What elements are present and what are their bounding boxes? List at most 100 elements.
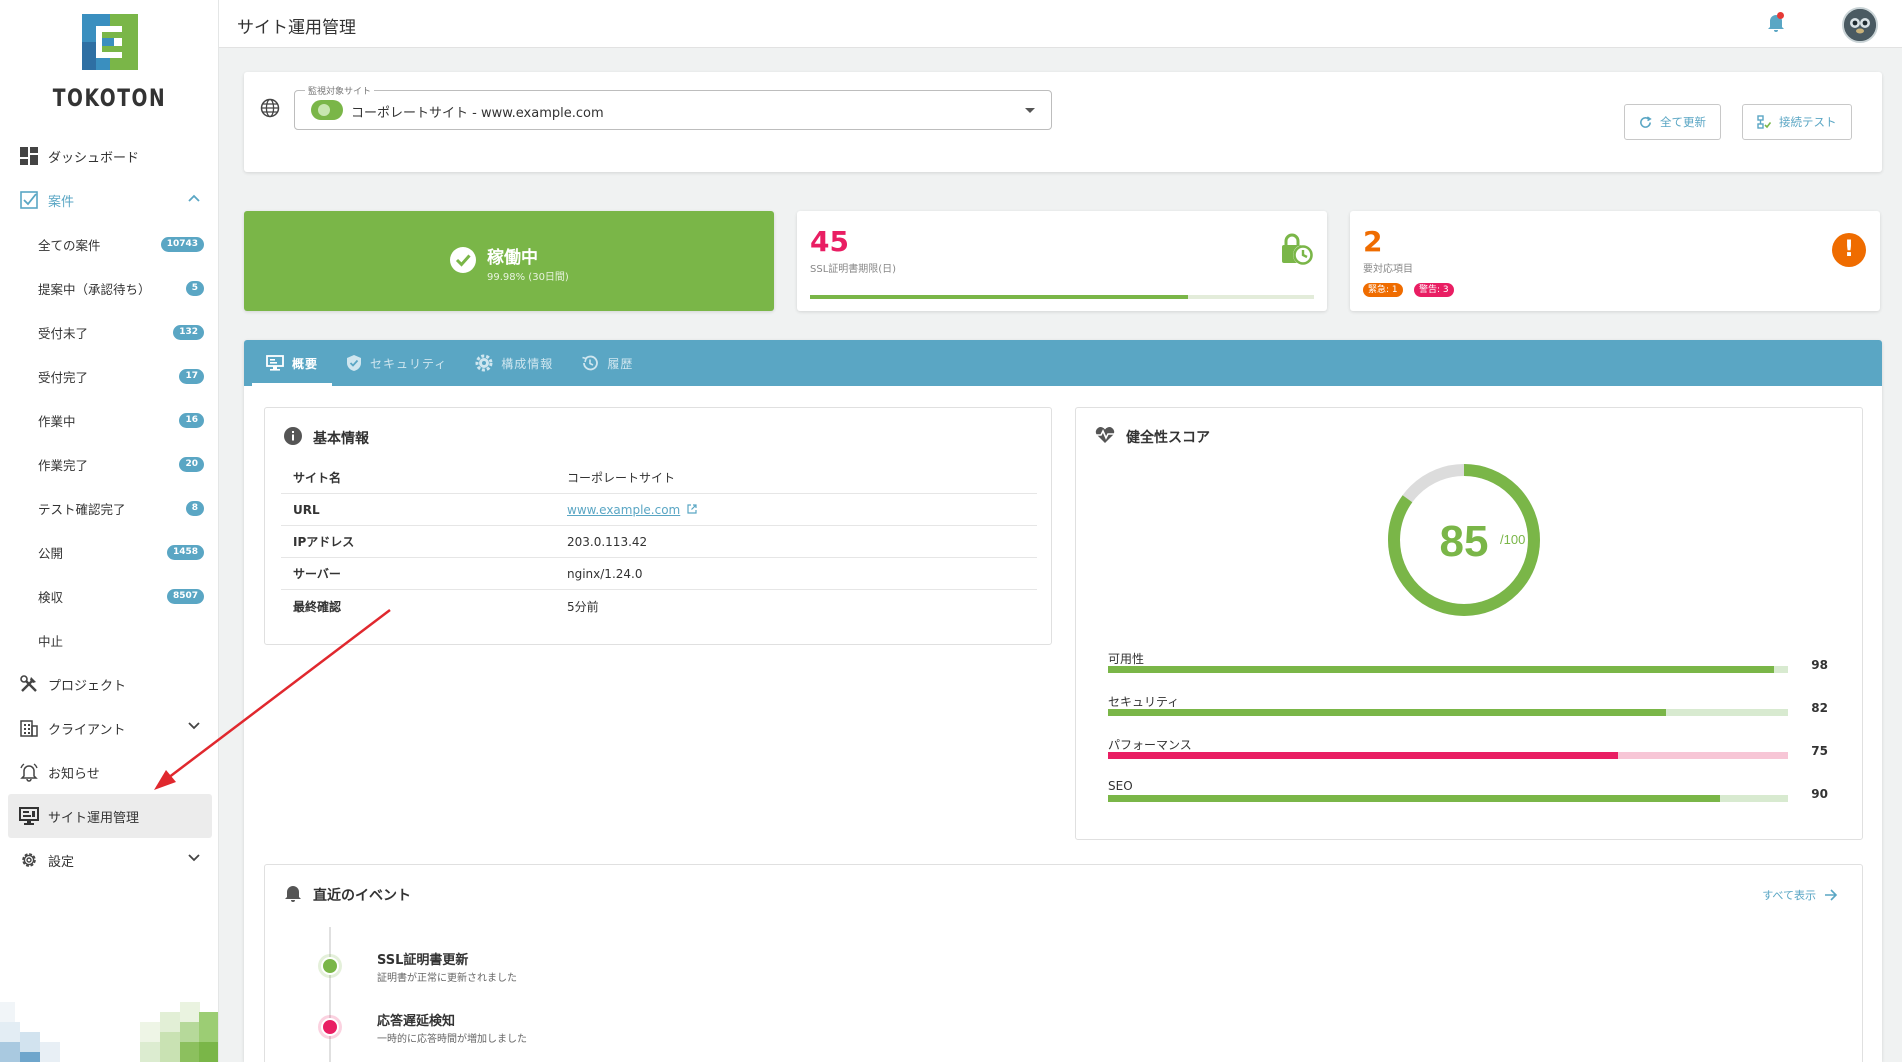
sidebar-item-clients[interactable]: クライアント — [8, 706, 212, 750]
metric-value: 90 — [1811, 787, 1828, 801]
network-check-icon — [1757, 115, 1771, 129]
avatar-image-icon — [1844, 9, 1876, 41]
metric-label: パフォーマンス — [1108, 738, 1192, 752]
sidebar-subitem-label: 提案中（承認待ち） — [38, 281, 151, 297]
tab-label: セキュリティ — [370, 356, 448, 371]
health-score-ring: 85 /100 — [1386, 462, 1542, 622]
table-row: サイト名 コーポレートサイト — [281, 462, 1037, 494]
event-description: 証明書が正常に更新されました — [377, 973, 517, 984]
notification-button[interactable] — [1766, 12, 1786, 38]
metric-label: 可用性 — [1108, 652, 1145, 666]
action-items-label: 要対応項目 — [1363, 264, 1413, 275]
refresh-all-button[interactable]: 全て更新 — [1624, 104, 1721, 140]
status-title: 稼働中 — [487, 248, 538, 268]
count-badge: 16 — [179, 413, 204, 428]
metric-label: SEO — [1108, 779, 1133, 793]
brand-logo[interactable]: TOKOTON — [0, 14, 218, 112]
sidebar-item-site-management[interactable]: サイト運用管理 — [8, 794, 212, 838]
site-select-label: 監視対象サイト — [305, 84, 375, 97]
sidebar-subitem-work-done[interactable]: 作業完了 20 — [8, 442, 212, 486]
tab-overview[interactable]: 概要 — [252, 340, 333, 386]
site-active-toggle[interactable] — [311, 100, 343, 120]
tab-label: 概要 — [292, 356, 319, 371]
table-row: URL www.example.com — [281, 494, 1037, 526]
gear-icon — [475, 354, 493, 372]
tab-label: 履歴 — [607, 356, 634, 371]
site-selector-card: 監視対象サイト コーポレートサイト - www.example.com 全て更新… — [244, 72, 1882, 172]
sidebar-item-notices[interactable]: お知らせ — [8, 750, 212, 794]
sidebar-subitem-label: 全ての案件 — [38, 237, 101, 253]
checklist-icon — [18, 189, 40, 211]
site-select-value: コーポレートサイト - www.example.com — [351, 106, 604, 121]
uptime-status-card: 稼働中 99.98% (30日間) — [244, 211, 774, 311]
chevron-up-icon — [188, 191, 200, 206]
sidebar-item-cases[interactable]: 案件 — [8, 178, 212, 222]
event-title: SSL証明書更新 — [377, 953, 469, 968]
row-value: コーポレートサイト — [567, 471, 676, 485]
avatar[interactable] — [1842, 7, 1878, 43]
url-text: www.example.com — [567, 502, 681, 517]
sidebar-subitem-label: 公開 — [38, 545, 64, 561]
count-badge: 8507 — [166, 589, 204, 604]
row-value: 203.0.113.42 — [567, 534, 648, 549]
sidebar-item-projects[interactable]: プロジェクト — [8, 662, 212, 706]
connection-test-button[interactable]: 接続テスト — [1742, 104, 1852, 140]
see-all-link[interactable]: すべて表示 — [1762, 887, 1838, 903]
decorative-mosaic — [0, 1002, 218, 1062]
sidebar-subitem-test-done[interactable]: テスト確認完了 8 — [8, 486, 212, 530]
action-items-card: 2 要対応項目 緊急: 1 警告: 3 ! — [1350, 211, 1880, 311]
score-value: 85 — [1440, 517, 1489, 566]
sidebar-nav: ダッシュボード 案件 全ての案件 10743 提案中（承認待ち） 5 受付未了 … — [8, 134, 212, 882]
ssl-days-label: SSL証明書期限(日) — [810, 264, 897, 275]
metric-availability: 可用性 98 — [1108, 650, 1828, 673]
sidebar-subitem-label: 検収 — [38, 589, 64, 605]
sidebar-subitem-label: 受付完了 — [38, 369, 89, 385]
count-badge: 17 — [179, 369, 204, 384]
tab-history[interactable]: 履歴 — [567, 340, 647, 386]
metric-value: 98 — [1811, 658, 1828, 672]
sidebar-subitem-proposing[interactable]: 提案中（承認待ち） 5 — [8, 266, 212, 310]
metric-label: セキュリティ — [1108, 695, 1180, 709]
connection-test-label: 接続テスト — [1779, 115, 1837, 129]
monitor-icon — [18, 805, 40, 827]
sidebar-item-label: 設定 — [48, 854, 75, 870]
chevron-down-icon — [188, 851, 200, 866]
dropdown-caret-icon — [1025, 108, 1035, 113]
metric-value: 82 — [1811, 701, 1828, 715]
monitor-icon — [266, 355, 284, 371]
dashboard-icon — [18, 145, 40, 167]
site-select[interactable]: 監視対象サイト コーポレートサイト - www.example.com — [294, 84, 1052, 130]
sidebar: TOKOTON ダッシュボード 案件 全ての案件 10743 提案中（承認待ち）… — [0, 0, 219, 1062]
status-uptime: 99.98% (30日間) — [487, 272, 569, 283]
sidebar-subitem-published[interactable]: 公開 1458 — [8, 530, 212, 574]
site-url-link[interactable]: www.example.com — [567, 503, 697, 517]
basic-info-table: サイト名 コーポレートサイト URL www.example.com IPアドレ… — [281, 462, 1037, 622]
sidebar-subitem-all-cases[interactable]: 全ての案件 10743 — [8, 222, 212, 266]
metric-track — [1108, 709, 1788, 716]
sidebar-subitem-inspection[interactable]: 検収 8507 — [8, 574, 212, 618]
tab-configuration[interactable]: 構成情報 — [461, 340, 567, 386]
sidebar-subitem-accepted[interactable]: 受付完了 17 — [8, 354, 212, 398]
count-badge: 20 — [179, 457, 204, 472]
row-value: nginx/1.24.0 — [567, 566, 643, 581]
sidebar-subitem-label: 作業完了 — [38, 457, 89, 473]
sidebar-subitem-in-progress[interactable]: 作業中 16 — [8, 398, 212, 442]
sidebar-item-settings[interactable]: 設定 — [8, 838, 212, 882]
tools-icon — [18, 673, 40, 695]
sidebar-item-dashboard[interactable]: ダッシュボード — [8, 134, 212, 178]
sidebar-subitem-not-accepted[interactable]: 受付未了 132 — [8, 310, 212, 354]
lock-clock-icon — [1279, 233, 1315, 271]
tab-security[interactable]: セキュリティ — [332, 340, 461, 386]
event-status-dot — [321, 1018, 339, 1036]
recent-events-title: 直近のイベント — [313, 888, 411, 904]
metric-fill — [1108, 666, 1775, 673]
bell-icon — [283, 883, 303, 907]
sidebar-subitem-label: テスト確認完了 — [38, 501, 126, 517]
ssl-expiry-card: 45 SSL証明書期限(日) — [797, 211, 1327, 311]
ssl-days-value: 45 — [810, 225, 849, 258]
sidebar-subitem-cancelled[interactable]: 中止 — [8, 618, 212, 662]
basic-info-card: 基本情報 サイト名 コーポレートサイト URL www.example.com … — [264, 407, 1052, 645]
metric-security: セキュリティ 82 — [1108, 693, 1828, 716]
count-badge: 132 — [173, 325, 204, 340]
refresh-icon — [1640, 115, 1652, 128]
